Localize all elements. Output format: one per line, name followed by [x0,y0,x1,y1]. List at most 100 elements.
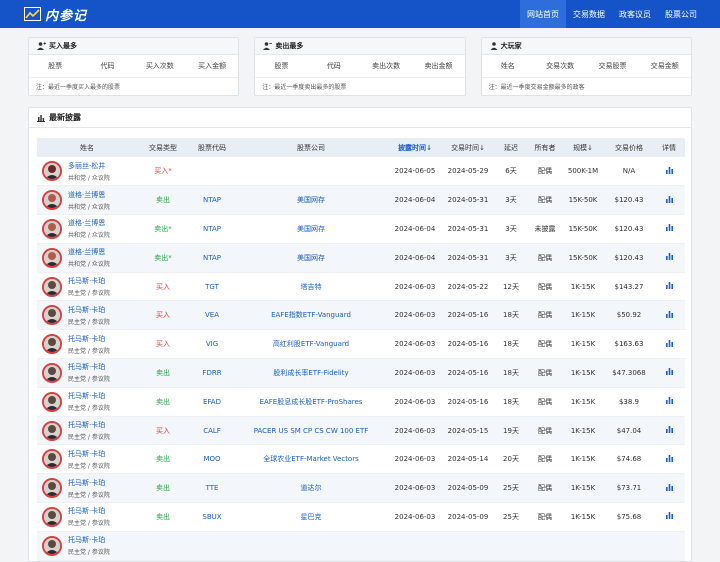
stock-code[interactable]: FDRR [189,358,235,388]
bar-chart-icon[interactable] [665,454,673,462]
politician-name[interactable]: 多丽丝·松井 [68,161,110,171]
politician[interactable]: 托马斯·卡珀 民主党 / 参议院 [38,305,136,326]
politician[interactable]: 道格·兰博恩 共和党 / 众议院 [38,247,136,268]
table-row[interactable]: 托马斯·卡珀 民主党 / 参议院 买入 CALF PACER US SM CP CS C… [37,416,685,446]
stock-code[interactable]: NTAP [189,243,235,273]
stock-company[interactable]: 星巴克 [235,502,387,532]
table-row[interactable]: 托马斯·卡珀 民主党 / 参议院 卖出 TTE 道达尔 2024-06-03 2024-05… [37,473,685,504]
table-row[interactable]: 道格·兰博恩 共和党 / 众议院 卖出* NTAP 美国网存 2024-06-04 2024… [37,243,685,273]
bar-chart-icon[interactable] [665,310,673,318]
stock-company[interactable]: EAFE指数ETF-Vanguard [235,300,387,331]
table-row[interactable]: 托马斯·卡珀 民主党 / 参议院 卖出 SBUX 星巴克 2024-06-03 2024-0… [37,502,685,532]
stock-code[interactable]: VIG [189,329,235,360]
avatar[interactable] [42,420,62,441]
bar-chart-icon[interactable] [665,426,673,434]
stock-company[interactable]: PACER US SM CP CS CW 100 ETF [235,416,387,446]
politician[interactable]: 托马斯·卡珀 民主党 / 参议院 [38,535,136,556]
politician[interactable]: 托马斯·卡珀 民主党 / 参议院 [38,276,136,297]
politician[interactable]: 道格·兰博恩 共和党 / 众议院 [38,190,136,211]
avatar[interactable] [42,506,62,527]
politician[interactable]: 托马斯·卡珀 民主党 / 参议院 [38,420,136,441]
politician-name[interactable]: 托马斯·卡珀 [68,276,110,286]
stock-company[interactable]: 塔吉特 [235,272,387,302]
table-row[interactable]: 托马斯·卡珀 民主党 / 参议院 买入 VEA EAFE指数ETF-Vanguard 20… [37,300,685,331]
politician-name[interactable]: 托马斯·卡珀 [68,305,110,315]
stock-code[interactable]: NTAP [189,214,235,244]
table-row[interactable]: 道格·兰博恩 共和党 / 众议院 卖出* NTAP 美国网存 2024-06-04 2024… [37,214,685,244]
politician-name[interactable]: 托马斯·卡珀 [68,478,110,488]
bar-chart-icon[interactable] [665,166,673,174]
nav-stocks[interactable]: 股票公司 [658,0,704,28]
bar-chart-icon[interactable] [665,339,673,347]
table-row[interactable]: 托马斯·卡珀 民主党 / 参议院 买入 TGT 塔吉特 2024-06-03 2024-05… [37,272,685,302]
nav-politicians[interactable]: 政客议员 [612,0,658,28]
politician-name[interactable]: 道格·兰博恩 [68,218,110,228]
stock-company[interactable]: EAFE股息成长股ETF-ProShares [235,387,387,417]
stock-company[interactable] [235,157,387,187]
politician[interactable]: 托马斯·卡珀 民主党 / 参议院 [38,362,136,383]
politician[interactable]: 托马斯·卡珀 民主党 / 参议院 [38,449,136,470]
politician-name[interactable]: 道格·兰博恩 [68,190,110,200]
bar-chart-icon[interactable] [665,483,673,491]
stock-company[interactable]: 道达尔 [235,473,387,504]
avatar[interactable] [42,449,62,470]
stock-code[interactable]: NTAP [189,185,235,216]
stock-code[interactable]: TGT [189,272,235,302]
bar-chart-icon[interactable] [665,195,673,203]
politician-name[interactable]: 托马斯·卡珀 [68,362,110,372]
avatar[interactable] [42,535,62,556]
table-row[interactable]: 托马斯·卡珀 民主党 / 参议院 卖出 EFAD EAFE股息成长股ETF-ProSha… [37,387,685,417]
avatar[interactable] [42,478,62,499]
bar-chart-icon[interactable] [665,397,673,405]
avatar[interactable] [42,334,62,355]
bar-chart-icon[interactable] [665,282,673,290]
bar-chart-icon[interactable] [665,368,673,376]
politician[interactable]: 道格·兰博恩 共和党 / 众议院 [38,218,136,239]
stock-company[interactable]: 美国网存 [235,243,387,273]
table-row[interactable]: 托马斯·卡珀 民主党 / 参议院 卖出 MOO 全球农业ETF-Market Vecto… [37,444,685,475]
table-row[interactable]: 多丽丝·松井 共和党 / 众议院 买入* 2024-06-05 2024-05-29 6天… [37,157,685,187]
bar-chart-icon[interactable] [665,253,673,261]
stock-company[interactable] [235,531,387,561]
politician-name[interactable]: 托马斯·卡珀 [68,535,110,545]
col-traded-sort[interactable]: 交易时间↓ [443,138,493,157]
avatar[interactable] [42,276,62,297]
stock-code[interactable]: TTE [189,473,235,504]
stock-code[interactable] [189,157,235,187]
nav-home[interactable]: 网站首页 [520,0,566,28]
politician-name[interactable]: 托马斯·卡珀 [68,420,110,430]
politician-name[interactable]: 托马斯·卡珀 [68,334,110,344]
bar-chart-icon[interactable] [665,512,673,520]
stock-code[interactable]: MOO [189,444,235,475]
avatar[interactable] [42,190,62,211]
avatar[interactable] [42,161,62,182]
stock-company[interactable]: 美国网存 [235,214,387,244]
avatar[interactable] [42,391,62,412]
politician-name[interactable]: 托马斯·卡珀 [68,391,110,401]
politician-name[interactable]: 托马斯·卡珀 [68,449,110,459]
table-row[interactable]: 托马斯·卡珀 民主党 / 参议院 [37,531,685,561]
stock-code[interactable]: EFAD [189,387,235,417]
stock-code[interactable]: CALF [189,416,235,446]
politician-name[interactable]: 道格·兰博恩 [68,247,110,257]
stock-company[interactable]: 全球农业ETF-Market Vectors [235,444,387,475]
avatar[interactable] [42,362,62,383]
table-row[interactable]: 道格·兰博恩 共和党 / 众议院 卖出 NTAP 美国网存 2024-06-04 2024-… [37,185,685,216]
stock-company[interactable]: 股利成长率ETF-Fidelity [235,358,387,388]
politician[interactable]: 多丽丝·松井 共和党 / 众议院 [38,161,136,182]
table-row[interactable]: 托马斯·卡珀 民主党 / 参议院 买入 VIG 高红利股ETF-Vanguard 2024… [37,329,685,360]
col-size-sort[interactable]: 规模↓ [561,138,605,157]
avatar[interactable] [42,247,62,268]
table-row[interactable]: 托马斯·卡珀 民主党 / 参议院 卖出 FDRR 股利成长率ETF-Fidelity 20… [37,358,685,388]
politician[interactable]: 托马斯·卡珀 民主党 / 参议院 [38,334,136,355]
stock-company[interactable]: 高红利股ETF-Vanguard [235,329,387,360]
politician-name[interactable]: 托马斯·卡珀 [68,506,110,516]
politician[interactable]: 托马斯·卡珀 民主党 / 参议院 [38,391,136,412]
stock-code[interactable] [189,531,235,561]
avatar[interactable] [42,218,62,239]
politician[interactable]: 托马斯·卡珀 民主党 / 参议院 [38,478,136,499]
stock-company[interactable]: 美国网存 [235,185,387,216]
logo[interactable]: 内参记 [0,0,87,28]
nav-trade-data[interactable]: 交易数据 [566,0,612,28]
stock-code[interactable]: SBUX [189,502,235,532]
